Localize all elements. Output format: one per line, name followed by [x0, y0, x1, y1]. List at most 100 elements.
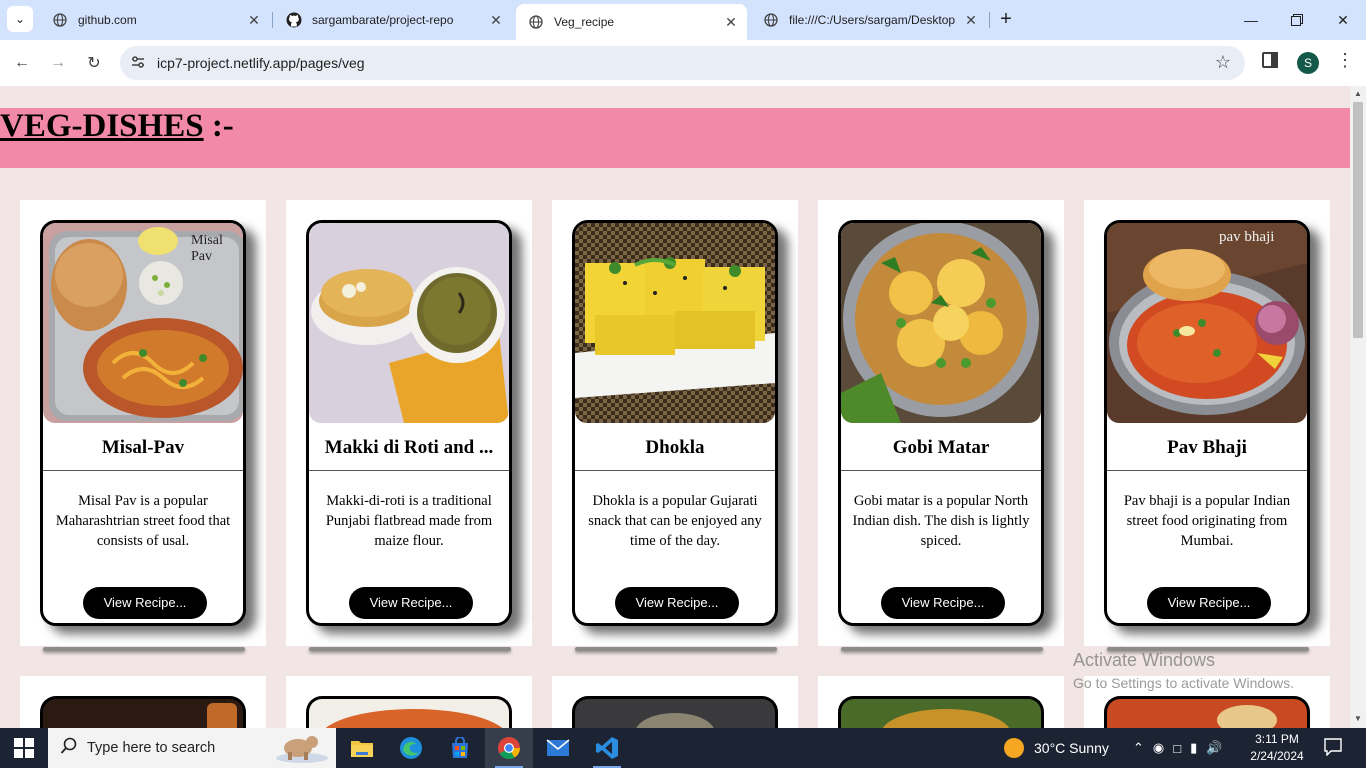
misal-pav-image: Misal Pav	[43, 223, 243, 423]
recipe-card-container: Gobi Matar Gobi matar is a popular North…	[818, 200, 1064, 646]
side-panel-icon[interactable]	[1262, 52, 1280, 70]
address-bar[interactable]: icp7-project.netlify.app/pages/veg ☆	[120, 46, 1245, 80]
recipe-card-container: pav bhaji Pav Bhaji Pav bhaji is a popul…	[1084, 200, 1330, 646]
reload-button[interactable]: ↻	[80, 49, 108, 77]
watermark-line-2: Go to Settings to activate Windows.	[1073, 675, 1294, 691]
tab-search-button[interactable]: ⌄	[7, 6, 33, 32]
notification-icon[interactable]	[1324, 738, 1342, 757]
recipe-description: Gobi matar is a popular North Indian dis…	[852, 493, 1030, 549]
tab-title: github.com	[78, 13, 137, 27]
close-icon[interactable]: ✕	[244, 12, 264, 29]
scrollbar-thumb[interactable]	[1353, 102, 1363, 338]
recipe-card-partial	[306, 696, 512, 728]
mail-icon	[546, 739, 570, 756]
tab-github[interactable]: github.com ✕	[40, 0, 270, 40]
card-divider	[575, 470, 775, 471]
github-icon	[286, 12, 302, 28]
recipe-description: Dhokla is a popular Gujarati snack that …	[588, 493, 762, 549]
card-shelf	[841, 647, 1043, 651]
recipe-card: Misal Pav Misal-Pav Misal Pav is a popul…	[40, 220, 246, 626]
profile-avatar[interactable]: S	[1297, 52, 1319, 74]
forward-button[interactable]: →	[44, 49, 72, 77]
tab-local-file[interactable]: file:///C:/Users/sargam/Desktop ✕	[751, 0, 987, 40]
reload-icon: ↻	[87, 55, 101, 72]
view-recipe-button[interactable]: View Recipe...	[615, 587, 739, 619]
pav-bhaji-image: pav bhaji	[1107, 223, 1307, 423]
taskbar-clock[interactable]: 3:11 PM 2/24/2024	[1244, 731, 1310, 765]
new-tab-button[interactable]: +	[994, 8, 1018, 32]
activate-windows-watermark: Activate Windows Go to Settings to activ…	[1073, 650, 1294, 691]
restore-icon	[1291, 14, 1303, 26]
tab-separator	[989, 12, 990, 28]
windows-start-icon[interactable]	[14, 738, 34, 758]
close-window-button[interactable]: ✕	[1320, 0, 1366, 40]
tab-veg-recipe[interactable]: Veg_recipe ✕	[516, 4, 747, 40]
network-icon[interactable]: □	[1173, 741, 1181, 756]
chrome-browser-button[interactable]	[485, 728, 533, 768]
close-icon[interactable]: ✕	[486, 12, 506, 29]
clock-date: 2/24/2024	[1250, 749, 1304, 763]
recipe-card: Makki di Roti and ... Makki-di-roti is a…	[306, 220, 512, 626]
search-icon	[60, 737, 78, 760]
arrow-left-icon: ←	[14, 54, 30, 71]
taskbar-search-box[interactable]: Type here to search	[48, 728, 336, 768]
minimize-button[interactable]: —	[1228, 0, 1274, 40]
page-viewport: VEG-DISHES :- Misal Pav Misal-Pav Misal …	[0, 86, 1350, 728]
arrow-right-icon: →	[50, 54, 66, 71]
recipe-card: Dhokla Dhokla is a popular Gujarati snac…	[572, 220, 778, 626]
tab-github-repo[interactable]: sargambarate/project-repo ✕	[274, 0, 512, 40]
scroll-down-arrow-icon[interactable]: ▼	[1354, 714, 1362, 723]
microsoft-store-button[interactable]	[436, 728, 484, 768]
minimize-icon: —	[1244, 12, 1258, 28]
battery-icon[interactable]: ▮	[1190, 740, 1197, 756]
bookmark-star-icon[interactable]: ☆	[1215, 52, 1231, 73]
chevron-down-icon: ⌄	[14, 12, 26, 26]
recipe-name: Makki di Roti and ...	[324, 437, 494, 458]
recipe-description: Misal Pav is a popular Maharashtrian str…	[55, 493, 231, 549]
menu-kebab-icon[interactable]: ⋮	[1336, 50, 1354, 71]
recipe-card-partial	[838, 696, 1044, 728]
page-scrollbar[interactable]: ▲ ▼	[1350, 86, 1366, 728]
recipe-description: Makki-di-roti is a traditional Punjabi f…	[325, 493, 493, 549]
view-recipe-button[interactable]: View Recipe...	[83, 587, 207, 619]
view-recipe-button[interactable]: View Recipe...	[1147, 587, 1271, 619]
recipe-card-container: Dhokla Dhokla is a popular Gujarati snac…	[552, 200, 798, 646]
view-recipe-button[interactable]: View Recipe...	[881, 587, 1005, 619]
page-title: VEG-DISHES :-	[0, 108, 234, 145]
restore-button[interactable]	[1274, 0, 1320, 40]
search-highlight-illustration	[274, 732, 330, 764]
recipe-card-container	[20, 676, 266, 728]
recipe-card-partial	[40, 696, 246, 728]
tab-title: file:///C:/Users/sargam/Desktop	[789, 13, 956, 27]
weather-widget[interactable]: 30°C Sunny	[1004, 728, 1109, 768]
edge-browser-button[interactable]	[387, 728, 435, 768]
page-title-text: VEG-DISHES	[0, 108, 204, 144]
card-shelf	[309, 647, 511, 651]
windows-taskbar: Type here to search 30°C Sunny ⌃ ◉ □ ▮ 🔊…	[0, 728, 1366, 768]
vscode-icon	[596, 737, 618, 759]
edge-icon	[400, 737, 422, 759]
scroll-up-arrow-icon[interactable]: ▲	[1354, 89, 1362, 98]
file-explorer-button[interactable]	[338, 728, 386, 768]
chevron-up-icon[interactable]: ⌃	[1133, 740, 1144, 756]
page-title-suffix: :-	[203, 108, 234, 144]
weather-text: 30°C Sunny	[1034, 740, 1109, 756]
vscode-button[interactable]	[583, 728, 631, 768]
close-icon[interactable]: ✕	[721, 14, 741, 31]
mail-button[interactable]	[534, 728, 582, 768]
browser-tab-strip: ⌄ github.com ✕ sargambarate/project-repo…	[0, 0, 1366, 40]
search-placeholder: Type here to search	[87, 740, 216, 756]
site-settings-icon[interactable]	[130, 54, 146, 73]
record-icon[interactable]: ◉	[1153, 740, 1164, 756]
volume-icon[interactable]: 🔊	[1206, 740, 1222, 756]
view-recipe-button[interactable]: View Recipe...	[349, 587, 473, 619]
back-button[interactable]: ←	[8, 49, 36, 77]
card-shelf	[575, 647, 777, 651]
plus-icon: +	[1000, 8, 1012, 30]
recipe-name: Dhokla	[645, 437, 705, 458]
gobi-matar-image	[841, 223, 1041, 423]
close-icon[interactable]: ✕	[961, 12, 981, 29]
recipe-card: pav bhaji Pav Bhaji Pav bhaji is a popul…	[1104, 220, 1310, 626]
browser-toolbar: ← → ↻ icp7-project.netlify.app/pages/veg…	[0, 40, 1366, 86]
image-caption: Misal Pav	[191, 233, 223, 264]
